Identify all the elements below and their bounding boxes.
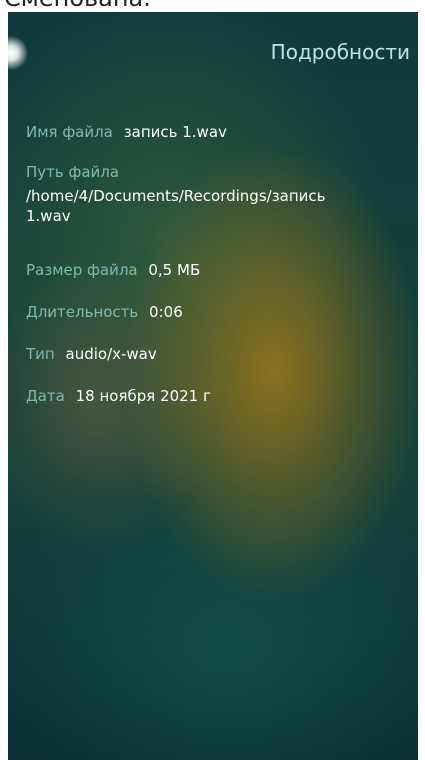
- detail-value: 0:06: [149, 303, 183, 321]
- detail-label: Имя файла: [26, 123, 113, 141]
- pulley-glow-indicator: [8, 36, 28, 70]
- detail-label: Размер файла: [26, 261, 138, 279]
- cut-off-text: Сменована.: [4, 0, 151, 12]
- detail-value: 18 ноября 2021 г: [75, 387, 211, 405]
- details-page: Подробности Имя файла запись 1.wav Путь …: [8, 12, 418, 760]
- detail-file-path: Путь файла /home/4/Documents/Recordings/…: [26, 162, 326, 226]
- detail-file-name: Имя файла запись 1.wav: [26, 122, 227, 142]
- detail-label: Тип: [26, 345, 55, 363]
- detail-value: audio/x-wav: [65, 345, 157, 363]
- detail-label: Дата: [26, 387, 65, 405]
- detail-duration: Длительность 0:06: [26, 302, 183, 322]
- detail-date: Дата 18 ноября 2021 г: [26, 386, 211, 406]
- detail-value: запись 1.wav: [123, 123, 227, 141]
- detail-value: 0,5 МБ: [148, 261, 201, 279]
- detail-file-size: Размер файла 0,5 МБ: [26, 260, 200, 280]
- top-cut-strip: Сменована.: [0, 0, 425, 12]
- detail-type: Тип audio/x-wav: [26, 344, 157, 364]
- detail-label: Длительность: [26, 303, 139, 321]
- detail-value-line2: 1.wav: [26, 207, 71, 225]
- detail-label: Путь файла: [26, 163, 120, 181]
- page-title: Подробности: [270, 40, 410, 64]
- detail-value-line1: /home/4/Documents/Recordings/запись: [26, 187, 326, 205]
